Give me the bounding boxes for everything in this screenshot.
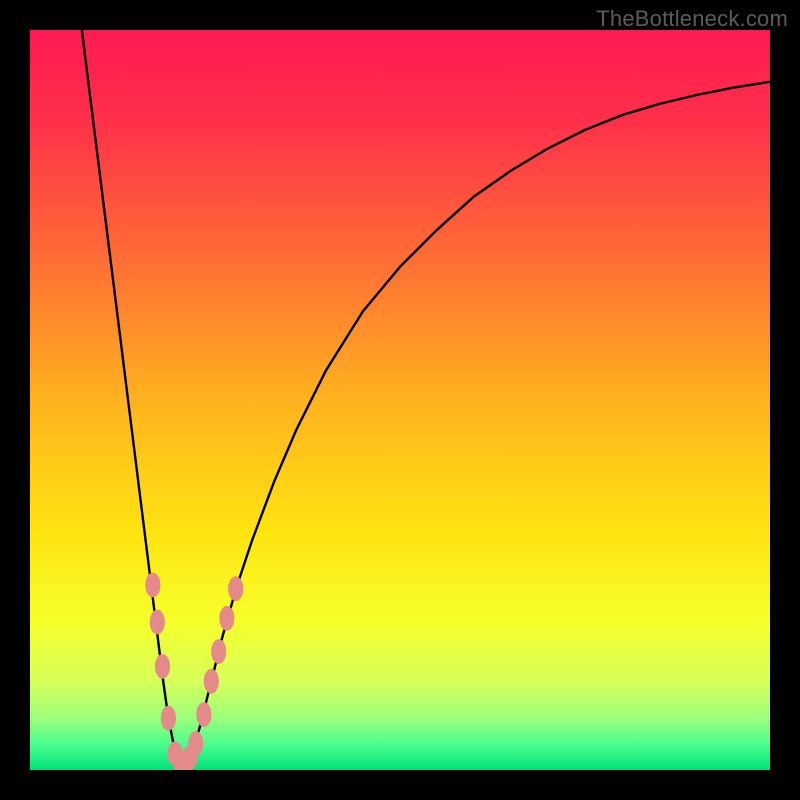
data-dot [155, 654, 170, 679]
data-dot [161, 706, 176, 731]
watermark-text: TheBottleneck.com [596, 6, 788, 32]
data-dot [211, 639, 226, 664]
plot-area [30, 30, 770, 770]
data-dot [150, 610, 165, 635]
data-dot [145, 573, 160, 598]
data-dot [188, 731, 203, 756]
data-dot [228, 576, 243, 601]
data-dot [196, 702, 211, 727]
chart-frame: TheBottleneck.com [0, 0, 800, 800]
bottleneck-curve [82, 30, 770, 768]
data-dot [204, 669, 219, 694]
data-dots-group [145, 573, 243, 770]
curve-layer [30, 30, 770, 770]
data-dot [219, 606, 234, 631]
